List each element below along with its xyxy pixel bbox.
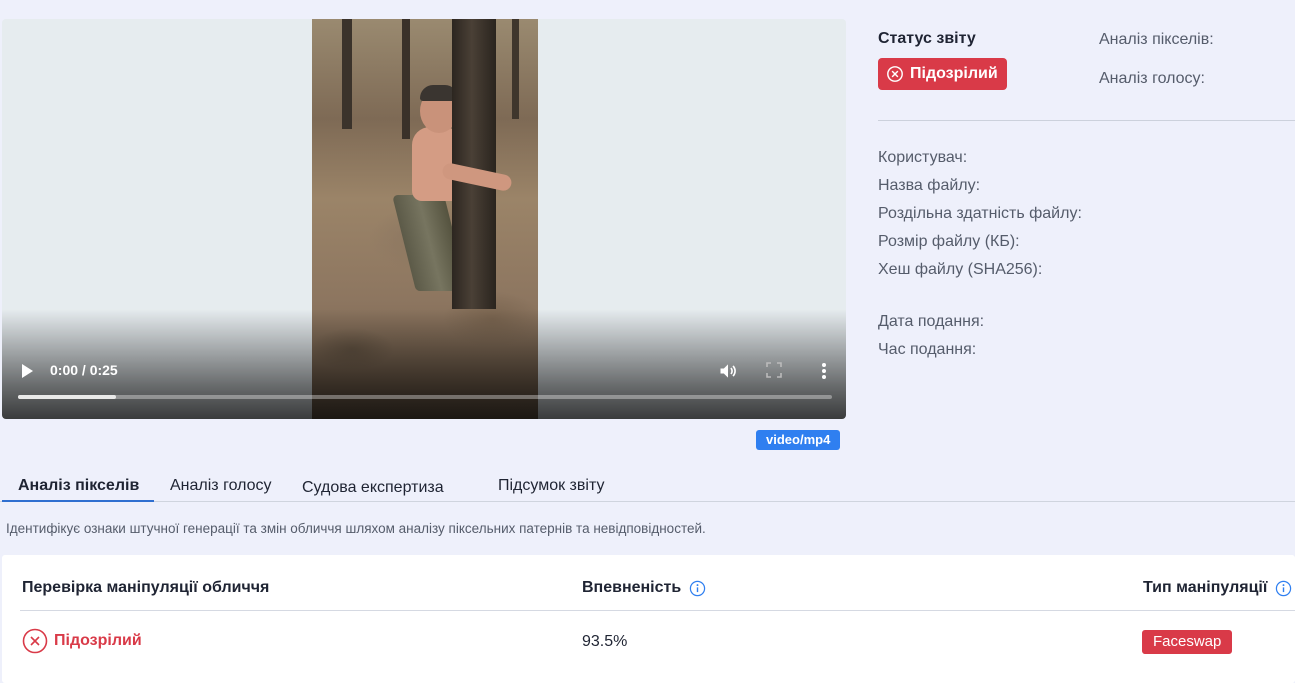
tab-report-summary[interactable]: Підсумок звіту bbox=[498, 477, 604, 495]
confidence-value: 93.5% bbox=[582, 633, 628, 650]
report-status-badge: Підозрілий bbox=[878, 58, 1007, 90]
file-name-label: Назва файлу: bbox=[878, 177, 981, 194]
pixel-analysis-label: Аналіз пікселів: bbox=[1099, 31, 1214, 48]
file-size-label: Розмір файлу (КБ): bbox=[878, 233, 1020, 250]
video-progress-bar[interactable] bbox=[18, 395, 832, 399]
panel-divider bbox=[878, 120, 1295, 121]
column-header-confidence-label: Впевненість bbox=[582, 579, 682, 596]
result-status-label: Підозрілий bbox=[54, 632, 142, 649]
report-status-label: Підозрілий bbox=[910, 65, 998, 82]
active-tab-indicator bbox=[2, 500, 154, 502]
x-circle-icon bbox=[22, 628, 48, 654]
submission-date-label: Дата подання: bbox=[878, 313, 985, 330]
volume-icon[interactable] bbox=[718, 361, 738, 381]
play-icon[interactable] bbox=[22, 364, 33, 378]
tab-forensics[interactable]: Судова експертиза bbox=[302, 479, 444, 497]
tab-pixel-analysis[interactable]: Аналіз пікселів bbox=[18, 477, 139, 495]
column-header-type-label: Тип маніпуляції bbox=[1143, 579, 1268, 596]
column-header-check-label: Перевірка маніпуляції обличчя bbox=[22, 579, 270, 596]
report-status-title: Статус звіту bbox=[878, 30, 976, 47]
tab-voice-analysis[interactable]: Аналіз голосу bbox=[170, 477, 272, 495]
tab-description: Ідентифікує ознаки штучної генерації та … bbox=[6, 521, 706, 536]
column-header-check: Перевірка маніпуляції обличчя bbox=[22, 579, 269, 597]
info-icon[interactable] bbox=[689, 580, 706, 597]
info-icon[interactable] bbox=[1275, 580, 1292, 597]
manipulation-type-badge: Faceswap bbox=[1142, 630, 1233, 654]
submission-time-label: Час подання: bbox=[878, 341, 977, 358]
file-resolution-label: Роздільна здатність файлу: bbox=[878, 205, 1082, 222]
file-hash-label: Хеш файлу (SHA256): bbox=[878, 261, 1043, 278]
fullscreen-icon[interactable] bbox=[766, 362, 782, 378]
column-header-confidence: Впевненість bbox=[582, 579, 706, 597]
results-card: Перевірка маніпуляції обличчя Впевненіст… bbox=[2, 555, 1295, 683]
card-divider bbox=[20, 610, 1295, 611]
analysis-tabs: Аналіз пікселів Аналіз голосу Судова екс… bbox=[0, 468, 1295, 502]
result-status: Підозрілий bbox=[22, 628, 142, 654]
mime-type-badge: video/mp4 bbox=[756, 430, 841, 450]
video-player[interactable]: 0:00 / 0:25 bbox=[2, 19, 846, 419]
column-header-type: Тип маніпуляції bbox=[1143, 579, 1292, 597]
more-options-icon[interactable] bbox=[816, 361, 832, 381]
voice-analysis-label: Аналіз голосу: bbox=[1099, 70, 1205, 87]
video-time: 0:00 / 0:25 bbox=[50, 362, 118, 378]
x-circle-icon bbox=[887, 66, 903, 82]
user-label: Користувач: bbox=[878, 149, 968, 166]
